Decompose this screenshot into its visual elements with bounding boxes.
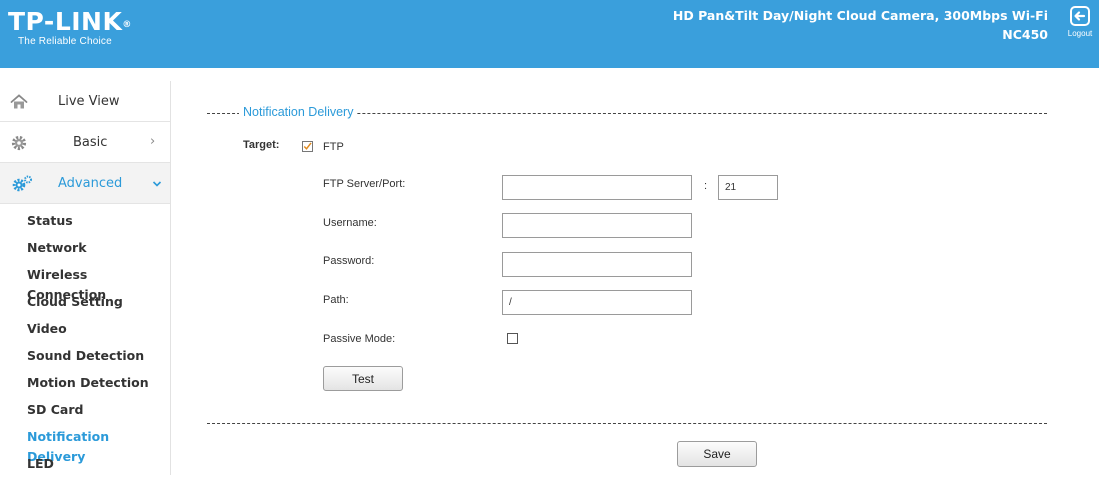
password-input[interactable] — [502, 252, 692, 277]
port-separator: : — [704, 180, 708, 192]
sidebar-item-label: Live View — [58, 94, 120, 109]
logout-label: Logout — [1067, 29, 1093, 38]
ftp-port-input[interactable] — [718, 175, 778, 200]
ftp-server-port-label: FTP Server/Port: — [323, 178, 406, 190]
logo-registered-mark: ® — [122, 20, 132, 30]
sidebar-item-video[interactable]: Video — [0, 319, 170, 346]
password-label: Password: — [323, 255, 375, 267]
section-bottom-divider — [207, 423, 1047, 424]
chevron-down-icon — [152, 181, 162, 187]
sidebar-item-wireless-connection[interactable]: Wireless Connection — [0, 265, 170, 302]
username-input[interactable] — [502, 213, 692, 238]
test-button[interactable]: Test — [323, 366, 403, 391]
username-label: Username: — [323, 217, 377, 229]
ftp-server-input[interactable] — [502, 175, 692, 200]
logo-tagline: The Reliable Choice — [18, 36, 112, 47]
logout-icon — [1070, 6, 1090, 26]
sidebar-item-live-view[interactable]: Live View — [0, 81, 170, 122]
home-icon — [10, 94, 28, 109]
sidebar-item-network[interactable]: Network — [0, 238, 170, 265]
sidebar-item-notification-delivery[interactable]: Notification Delivery — [0, 427, 170, 464]
path-input[interactable] — [502, 290, 692, 315]
sidebar-item-advanced[interactable]: Advanced — [0, 163, 170, 204]
ftp-checkbox[interactable] — [302, 141, 313, 152]
sidebar-item-basic[interactable]: Basic › — [0, 122, 170, 163]
product-title: HD Pan&Tilt Day/Night Cloud Camera, 300M… — [672, 8, 1048, 23]
ftp-label: FTP — [323, 141, 344, 153]
logo-text: TP-LINK — [8, 7, 123, 36]
sidebar-item-motion-detection[interactable]: Motion Detection — [0, 373, 170, 400]
product-model: NC450 — [1002, 27, 1048, 42]
sidebar-item-sd-card[interactable]: SD Card — [0, 400, 170, 427]
main-content: Notification Delivery Target: FTP FTP Se… — [171, 81, 1099, 475]
sidebar-item-label: Advanced — [58, 176, 123, 191]
target-label: Target: — [243, 139, 280, 151]
top-header: TP-LINK® The Reliable Choice HD Pan&Tilt… — [0, 0, 1099, 68]
chevron-right-icon: › — [150, 134, 156, 149]
gears-icon — [12, 175, 32, 192]
passive-mode-checkbox[interactable] — [507, 333, 518, 344]
advanced-submenu: Status Network Wireless Connection Cloud… — [0, 204, 170, 481]
sidebar-item-label: Basic — [73, 135, 108, 150]
sidebar: Live View Basic › Advanced Status Networ… — [0, 81, 171, 475]
passive-mode-label: Passive Mode: — [323, 333, 396, 345]
sidebar-item-sound-detection[interactable]: Sound Detection — [0, 346, 170, 373]
path-label: Path: — [323, 294, 349, 306]
product-name: HD Pan&Tilt Day/Night Cloud Camera, 300M… — [673, 6, 1048, 44]
gear-icon — [11, 135, 27, 151]
section-title: Notification Delivery — [239, 105, 358, 119]
logout-button[interactable]: Logout — [1063, 5, 1097, 38]
sidebar-item-status[interactable]: Status — [0, 211, 170, 238]
sidebar-item-cloud-setting[interactable]: Cloud Setting — [0, 292, 170, 319]
tp-link-logo: TP-LINK® The Reliable Choice — [8, 7, 132, 48]
save-button[interactable]: Save — [677, 441, 757, 467]
